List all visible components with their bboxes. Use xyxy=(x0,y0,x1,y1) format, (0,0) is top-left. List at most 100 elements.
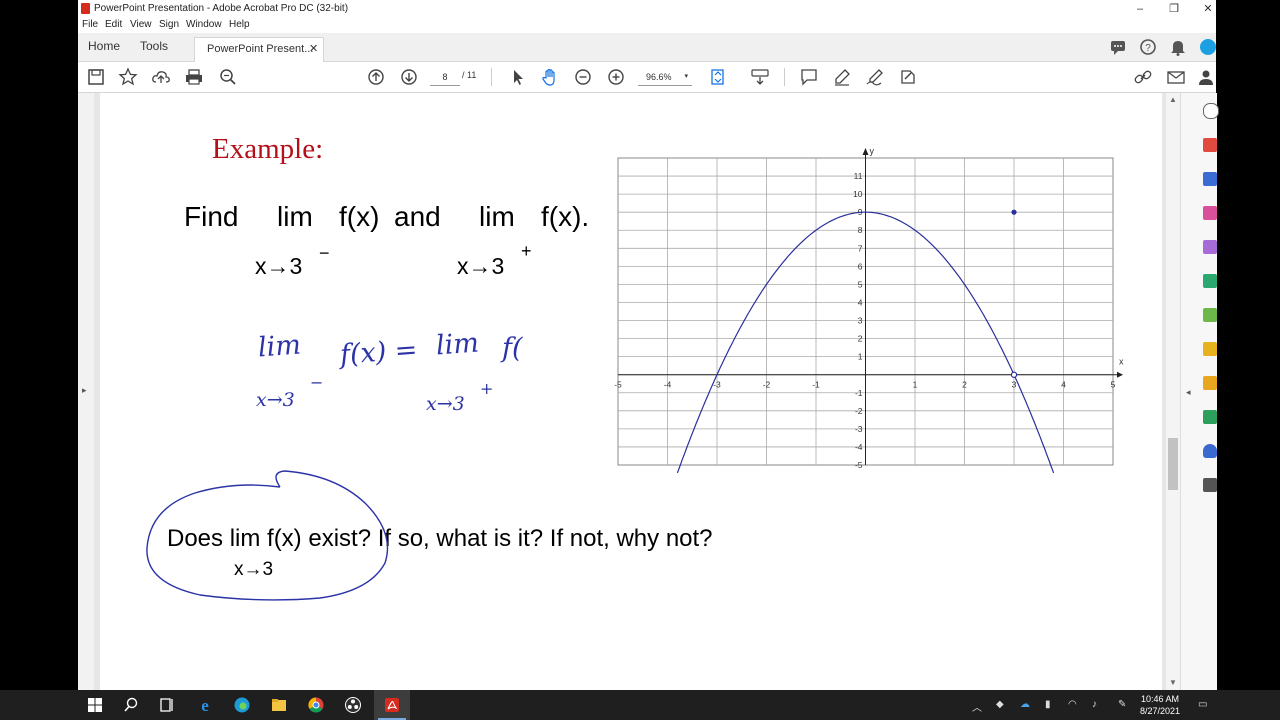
handwritten-fx-equals: f(x) = xyxy=(339,334,419,371)
onedrive-icon[interactable]: ☁ xyxy=(1020,699,1030,710)
tab-document-label: PowerPoint Present... xyxy=(207,43,314,55)
taskbar-search-icon[interactable] xyxy=(122,696,140,714)
tool-comment-icon[interactable] xyxy=(1203,342,1217,356)
menu-file[interactable]: File xyxy=(82,19,98,30)
notifications-icon[interactable]: ▭ xyxy=(1198,699,1207,710)
menu-help[interactable]: Help xyxy=(229,19,250,30)
share-link-icon[interactable] xyxy=(1133,67,1153,87)
handwritten-sub-a: x→3 xyxy=(256,389,295,411)
menu-bar: File Edit View Sign Window Help xyxy=(78,18,1216,33)
upload-cloud-icon[interactable] xyxy=(151,67,171,87)
email-icon[interactable] xyxy=(1166,67,1186,87)
y-tick-label: 7 xyxy=(858,243,863,253)
account-icon[interactable] xyxy=(1198,37,1218,57)
zoom-in-icon[interactable] xyxy=(606,67,626,87)
scroll-down-icon[interactable]: ▼ xyxy=(1169,678,1177,687)
clock-time: 10:46 AM xyxy=(1141,694,1180,704)
left-panel-toggle[interactable]: ▸ xyxy=(78,93,94,690)
tool-combine-icon[interactable] xyxy=(1203,308,1217,322)
bell-icon[interactable] xyxy=(1168,37,1188,57)
collapse-right-panel-icon[interactable]: ◂ xyxy=(1186,387,1191,398)
tool-scan-icon[interactable] xyxy=(1203,410,1217,424)
slide-fx-1: f(x) xyxy=(339,201,380,232)
right-tools-panel: ◂ xyxy=(1180,93,1219,690)
zoom-out-icon[interactable] xyxy=(573,67,593,87)
start-icon[interactable] xyxy=(86,696,104,714)
tab-home[interactable]: Home xyxy=(88,39,120,53)
document-viewport[interactable]: ▸ Example: Find lim f(x) and lim f(x). x… xyxy=(78,93,1166,690)
minimize-button[interactable]: – xyxy=(1126,1,1154,17)
page-down-icon[interactable] xyxy=(399,67,419,87)
zoom-level-select[interactable]: 96.6% ▾ xyxy=(638,69,692,86)
edge-icon[interactable] xyxy=(233,696,251,714)
usb-icon[interactable]: ▮ xyxy=(1045,699,1051,710)
add-user-icon[interactable] xyxy=(1198,67,1218,87)
comment-icon[interactable] xyxy=(1108,37,1128,57)
tool-fill-sign-icon[interactable] xyxy=(1203,240,1217,254)
tool-create-pdf-icon[interactable] xyxy=(1203,172,1217,186)
handwritten-lim-a: lim xyxy=(256,329,302,364)
obs-icon[interactable] xyxy=(344,696,362,714)
tool-organize-icon[interactable] xyxy=(1203,206,1217,220)
scroll-thumb[interactable] xyxy=(1168,438,1178,490)
help-icon[interactable]: ? xyxy=(1138,37,1158,57)
chrome-icon[interactable] xyxy=(307,696,325,714)
close-window-button[interactable]: ✕ xyxy=(1194,1,1222,17)
page-number-input[interactable]: 8 xyxy=(430,69,460,86)
dropbox-icon[interactable]: ◆ xyxy=(996,699,1004,710)
tool-view-icon[interactable] xyxy=(1203,103,1219,119)
draw-tool-icon[interactable] xyxy=(865,67,885,87)
menu-view[interactable]: View xyxy=(130,19,152,30)
y-tick-label: 2 xyxy=(858,334,863,344)
bookmark-star-icon[interactable] xyxy=(118,67,138,87)
y-tick-label: 4 xyxy=(858,297,863,307)
y-axis-arrow xyxy=(862,148,869,155)
menu-window[interactable]: Window xyxy=(186,19,222,30)
taskbar-clock[interactable]: 10:46 AM 8/27/2021 xyxy=(1140,693,1180,717)
tool-export-pdf-icon[interactable] xyxy=(1203,138,1217,152)
tab-document[interactable]: PowerPoint Present... ✕ xyxy=(194,37,324,62)
menu-edit[interactable]: Edit xyxy=(105,19,122,30)
add-comment-icon[interactable] xyxy=(799,67,819,87)
select-cursor-icon[interactable] xyxy=(508,67,528,87)
tray-chevron-icon[interactable]: ︿ xyxy=(972,699,982,714)
open-point xyxy=(1010,371,1018,378)
highlight-pen-icon[interactable] xyxy=(832,67,852,87)
handwritten-lim-b: lim xyxy=(434,327,480,362)
keyboard-scroll-icon[interactable] xyxy=(750,67,770,87)
tool-edit-pdf-icon[interactable] xyxy=(1203,274,1217,288)
hand-tool-icon[interactable] xyxy=(540,67,560,87)
task-view-icon[interactable] xyxy=(158,696,176,714)
taskbar-acrobat-active[interactable] xyxy=(374,690,410,720)
svg-text:?: ? xyxy=(1145,43,1151,54)
tab-tools[interactable]: Tools xyxy=(140,39,168,53)
menu-sign[interactable]: Sign xyxy=(159,19,179,30)
print-icon[interactable] xyxy=(184,67,204,87)
file-explorer-icon[interactable] xyxy=(270,696,288,714)
tool-more-icon[interactable] xyxy=(1203,478,1217,492)
tool-protect-icon[interactable] xyxy=(1203,444,1217,458)
x-tick-label: -4 xyxy=(664,380,672,390)
slide-lim-2: lim xyxy=(479,201,515,232)
x-tick-label: 2 xyxy=(962,380,967,390)
y-tick-label: 1 xyxy=(858,352,863,362)
save-icon[interactable] xyxy=(86,67,106,87)
maximize-button[interactable]: ❐ xyxy=(1160,1,1188,17)
sign-stamp-icon[interactable] xyxy=(898,67,918,87)
vertical-scrollbar[interactable]: ▲ ▼ xyxy=(1166,93,1180,690)
toolbar-divider xyxy=(491,68,492,86)
x-tick-label: -5 xyxy=(614,380,622,390)
expand-left-icon: ▸ xyxy=(82,385,87,395)
scroll-up-icon[interactable]: ▲ xyxy=(1169,95,1177,104)
y-tick-label: 11 xyxy=(854,171,863,181)
close-tab-icon[interactable]: ✕ xyxy=(309,42,318,55)
internet-explorer-icon[interactable]: e xyxy=(196,696,214,715)
volume-icon[interactable]: ♪ xyxy=(1092,699,1097,710)
pen-icon[interactable]: ✎ xyxy=(1118,699,1126,710)
fit-page-icon[interactable] xyxy=(708,67,728,87)
wifi-icon[interactable]: ◠ xyxy=(1068,699,1077,710)
tool-stamp-icon[interactable] xyxy=(1203,376,1217,390)
search-icon[interactable] xyxy=(218,67,238,87)
page-up-icon[interactable] xyxy=(366,67,386,87)
y-tick-label: -5 xyxy=(855,460,863,470)
